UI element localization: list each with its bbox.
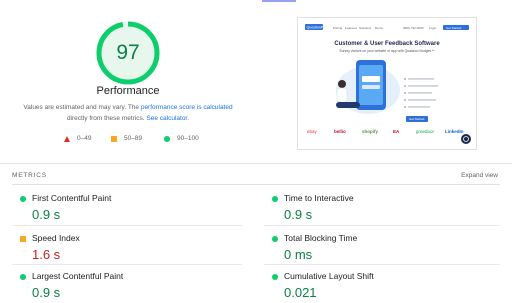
site-login: Login [429, 26, 437, 30]
metric-value: 0 ms [284, 247, 313, 262]
green-circle-icon [272, 274, 278, 280]
green-circle-icon [164, 135, 170, 142]
description-text-2: directly from these metrics. [66, 115, 147, 122]
score-legend: 0–49 50–89 90–100 [0, 135, 256, 145]
green-circle-icon [20, 274, 26, 280]
legend-range: 50–89 [124, 135, 143, 142]
see-calculator-link[interactable]: See calculator. [146, 115, 189, 122]
metric-value: 0.9 s [32, 285, 61, 300]
metric-row-divider [264, 264, 500, 265]
metric-value: 0.021 [284, 285, 317, 300]
legend-average: 50–89 [111, 135, 142, 142]
hero-button-label: Get Started [409, 117, 425, 121]
site-cta-label: Get Started [446, 26, 462, 30]
final-screenshot-thumbnail[interactable]: QuestionPro Pricing Features Solutions D… [297, 17, 477, 150]
metric-label: Cumulative Layout Shift [284, 271, 374, 281]
expand-view-toggle[interactable]: Expand view [461, 172, 498, 179]
metric-label: Total Blocking Time [284, 233, 358, 243]
brand-shopify: shopify [362, 129, 378, 134]
score-value: 97 [116, 41, 140, 64]
site-subheading: Survey visitors on your website or app w… [339, 49, 434, 53]
person-head [338, 80, 346, 88]
phone-card-2 [362, 85, 380, 89]
performance-score-gauge[interactable]: 97 [92, 17, 164, 89]
metric-row-divider [264, 225, 500, 226]
site-nav-item: Pricing [333, 26, 343, 30]
metrics-header: METRICS [12, 172, 47, 179]
site-phone: (800) 792-0080 [403, 26, 424, 30]
site-nav-item: Demo [375, 26, 383, 30]
metric-row-divider [12, 225, 242, 226]
metric-label: First Contentful Paint [32, 193, 112, 203]
metric-value: 0.9 s [284, 207, 313, 222]
brand-ebay: ebay [307, 129, 318, 134]
legend-good: 90–100 [164, 135, 199, 142]
screenshot-illustration: QuestionPro Pricing Features Solutions D… [298, 18, 476, 149]
metric-value: 1.6 s [32, 247, 61, 262]
brand-ea: EA [393, 129, 400, 134]
description-text: Values are estimated and may vary. The [23, 104, 141, 111]
site-logo-text: QuestionPro [307, 26, 327, 30]
brand-greedoor: greedoor [416, 129, 435, 134]
orange-square-icon [111, 135, 117, 142]
legend-range: 0–49 [77, 135, 92, 142]
legend-poor: 0–49 [64, 135, 91, 142]
brand-linkedin: LinkedIn [445, 129, 464, 134]
chat-bubble-icon [461, 134, 471, 144]
brand-bellio: bellio [334, 129, 346, 134]
site-nav-item: Features [345, 26, 357, 30]
metric-value: 0.9 s [32, 207, 61, 222]
top-indicator-bar [262, 0, 296, 2]
orange-square-icon [20, 236, 26, 242]
site-nav-item: Solutions [359, 26, 372, 30]
red-triangle-icon [64, 135, 70, 142]
person-body [336, 87, 348, 103]
performance-title: Performance [96, 85, 160, 97]
score-calc-link[interactable]: performance score is calculated [141, 104, 233, 111]
section-divider [0, 163, 512, 164]
metric-label: Largest Contentful Paint [32, 271, 124, 281]
green-circle-icon [272, 236, 278, 242]
metrics-header-line [12, 184, 500, 185]
metric-label: Speed Index [32, 233, 80, 243]
green-circle-icon [272, 196, 278, 202]
score-description: Values are estimated and may vary. The p… [14, 102, 242, 124]
person-legs [336, 102, 360, 108]
metric-row-divider [12, 264, 242, 265]
legend-range: 90–100 [177, 135, 199, 142]
phone-card [362, 76, 380, 82]
metric-label: Time to Interactive [284, 193, 354, 203]
site-heading: Customer & User Feedback Software [334, 41, 440, 47]
green-circle-icon [20, 196, 26, 202]
